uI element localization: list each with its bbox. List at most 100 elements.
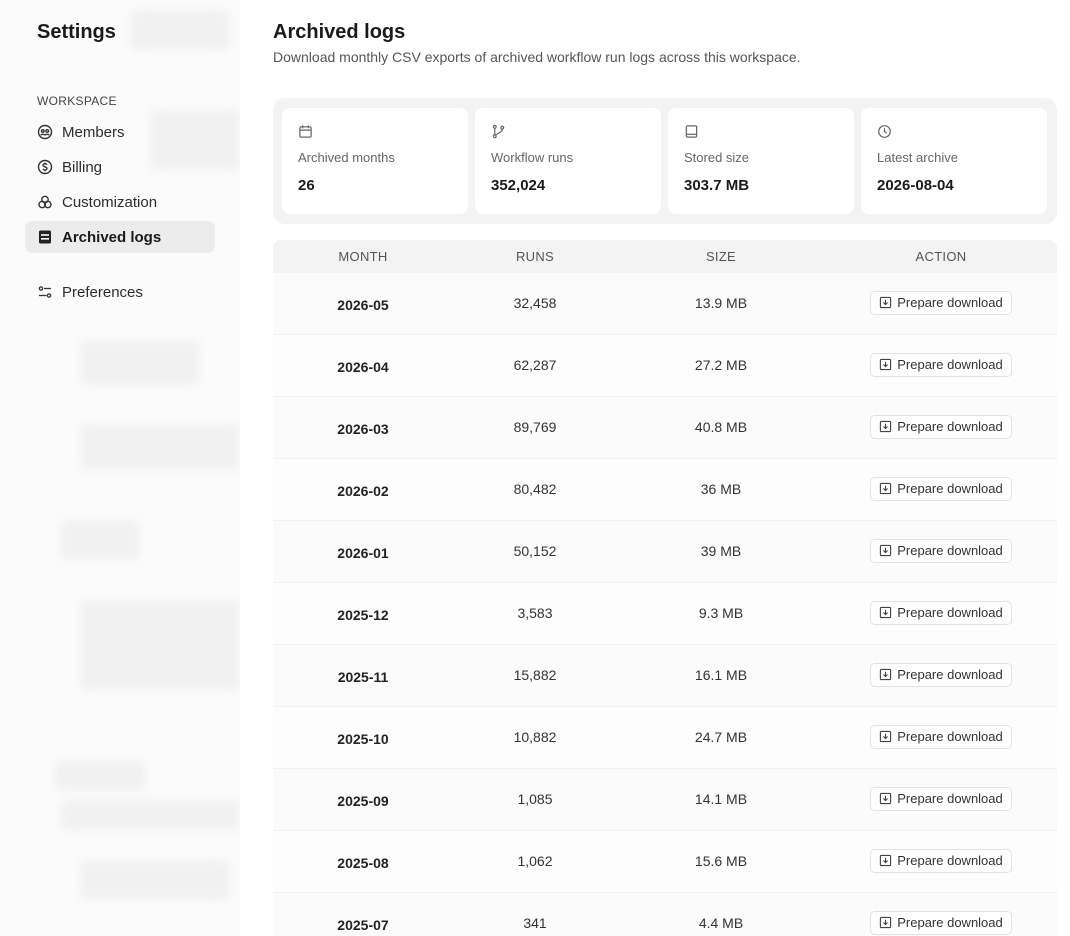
table-body: 2026-05 32,458 13.9 MB Prepare download 2026… bbox=[273, 273, 1057, 936]
cell-month: 2025-09 bbox=[337, 792, 389, 809]
prepare-download-button[interactable]: Prepare download bbox=[870, 538, 1012, 563]
cell-action: Prepare download bbox=[825, 910, 1057, 935]
button-label: Prepare download bbox=[897, 605, 1003, 620]
cell-runs: 10,882 bbox=[513, 728, 557, 745]
cell-size: 4.4 MB bbox=[698, 914, 744, 931]
cell-month: 2026-01 bbox=[337, 544, 389, 561]
prepare-download-button[interactable]: Prepare download bbox=[870, 476, 1012, 501]
download-icon bbox=[879, 420, 892, 433]
button-label: Prepare download bbox=[897, 667, 1003, 682]
cell-runs: 62,287 bbox=[513, 356, 557, 373]
cell-size: 15.6 MB bbox=[694, 852, 748, 869]
storage-icon bbox=[684, 124, 700, 140]
button-label: Prepare download bbox=[897, 915, 1003, 930]
cell-size: 27.2 MB bbox=[694, 356, 748, 373]
prepare-download-button[interactable]: Prepare download bbox=[870, 724, 1012, 749]
cell-action: Prepare download bbox=[825, 600, 1057, 625]
table-row: 2025-07 341 4.4 MB Prepare download bbox=[273, 893, 1057, 936]
download-icon bbox=[879, 358, 892, 371]
cell-action: Prepare download bbox=[825, 352, 1057, 377]
cell-month: 2025-07 bbox=[337, 916, 389, 933]
sidebar-item-label: Customization bbox=[62, 193, 158, 211]
cell-runs: 50,152 bbox=[513, 542, 557, 559]
cell-month: 2025-12 bbox=[337, 606, 389, 623]
download-icon bbox=[879, 296, 892, 309]
prepare-download-button[interactable]: Prepare download bbox=[870, 352, 1012, 377]
billing-icon bbox=[37, 159, 53, 175]
button-label: Prepare download bbox=[897, 481, 1003, 496]
download-icon bbox=[879, 544, 892, 557]
stat-value: 352,024 bbox=[491, 177, 546, 194]
stat-value: 26 bbox=[298, 177, 315, 194]
sidebar-item-customization[interactable]: Customization bbox=[25, 186, 215, 218]
table-header: MONTH RUNS SIZE ACTION bbox=[273, 240, 1057, 273]
table-row: 2026-01 50,152 39 MB Prepare download bbox=[273, 521, 1057, 583]
prepare-download-button[interactable]: Prepare download bbox=[870, 786, 1012, 811]
cell-action: Prepare download bbox=[825, 538, 1057, 563]
cell-size: 24.7 MB bbox=[694, 728, 748, 745]
cell-runs: 341 bbox=[523, 914, 547, 931]
cell-runs: 15,882 bbox=[513, 666, 557, 683]
cell-action: Prepare download bbox=[825, 662, 1057, 687]
members-icon bbox=[37, 124, 53, 140]
column-header-month: MONTH bbox=[338, 249, 388, 264]
calendar-icon bbox=[298, 124, 314, 140]
sidebar-item-members[interactable]: Members bbox=[25, 116, 215, 148]
cell-action: Prepare download bbox=[825, 476, 1057, 501]
sidebar-item-label: Preferences bbox=[62, 283, 143, 301]
stats-summary: Archived months 26 Workflow runs 352,024… bbox=[273, 98, 1057, 224]
table-row: 2025-10 10,882 24.7 MB Prepare download bbox=[273, 707, 1057, 769]
column-header-size: SIZE bbox=[705, 249, 737, 264]
blurred-background bbox=[80, 600, 240, 690]
cell-month: 2026-04 bbox=[337, 358, 389, 375]
prepare-download-button[interactable]: Prepare download bbox=[870, 910, 1012, 935]
cell-size: 13.9 MB bbox=[694, 294, 748, 311]
download-icon bbox=[879, 792, 892, 805]
cell-size: 36 MB bbox=[700, 480, 742, 497]
page-subtitle: Download monthly CSV exports of archived… bbox=[273, 49, 801, 65]
table-row: 2026-04 62,287 27.2 MB Prepare download bbox=[273, 335, 1057, 397]
table-row: 2026-03 89,769 40.8 MB Prepare download bbox=[273, 397, 1057, 459]
button-label: Prepare download bbox=[897, 357, 1003, 372]
sidebar-item-archived-logs[interactable]: Archived logs bbox=[25, 221, 215, 253]
cell-action: Prepare download bbox=[825, 414, 1057, 439]
sidebar-item-label: Members bbox=[62, 123, 125, 141]
cell-runs: 3,583 bbox=[517, 604, 553, 621]
prepare-download-button[interactable]: Prepare download bbox=[870, 414, 1012, 439]
table-row: 2025-09 1,085 14.1 MB Prepare download bbox=[273, 769, 1057, 831]
sidebar-item-preferences[interactable]: Preferences bbox=[25, 276, 215, 308]
cell-runs: 1,062 bbox=[517, 852, 553, 869]
cell-action: Prepare download bbox=[825, 290, 1057, 315]
archived-logs-panel: Archived logs Download monthly CSV expor… bbox=[273, 0, 1070, 936]
settings-sidebar: Settings WORKSPACE Members Billing Custo… bbox=[0, 0, 240, 936]
sidebar-item-billing[interactable]: Billing bbox=[25, 151, 215, 183]
table-row: 2025-08 1,062 15.6 MB Prepare download bbox=[273, 831, 1057, 893]
prepare-download-button[interactable]: Prepare download bbox=[870, 662, 1012, 687]
preferences-icon bbox=[37, 284, 53, 300]
cell-size: 9.3 MB bbox=[698, 604, 744, 621]
section-label-workspace: WORKSPACE bbox=[37, 94, 117, 108]
download-icon bbox=[879, 854, 892, 867]
cell-month: 2025-11 bbox=[337, 668, 389, 685]
cell-month: 2025-08 bbox=[337, 854, 389, 871]
cell-action: Prepare download bbox=[825, 724, 1057, 749]
cell-runs: 89,769 bbox=[513, 418, 557, 435]
stat-value: 2026-08-04 bbox=[877, 177, 954, 194]
button-label: Prepare download bbox=[897, 295, 1003, 310]
stat-value: 303.7 MB bbox=[684, 177, 750, 194]
cell-runs: 80,482 bbox=[513, 480, 557, 497]
download-icon bbox=[879, 668, 892, 681]
page-title: Archived logs bbox=[273, 21, 406, 43]
cell-size: 40.8 MB bbox=[694, 418, 748, 435]
stat-card-latest-archive: Latest archive 2026-08-04 bbox=[861, 108, 1047, 214]
blurred-background bbox=[130, 10, 230, 50]
prepare-download-button[interactable]: Prepare download bbox=[870, 600, 1012, 625]
archived-logs-table: MONTH RUNS SIZE ACTION 2026-05 32,458 13.9… bbox=[273, 240, 1057, 936]
archive-icon bbox=[37, 229, 53, 245]
sidebar-title: Settings bbox=[37, 21, 116, 43]
download-icon bbox=[879, 730, 892, 743]
cell-month: 2026-03 bbox=[337, 420, 389, 437]
table-row: 2025-11 15,882 16.1 MB Prepare download bbox=[273, 645, 1057, 707]
prepare-download-button[interactable]: Prepare download bbox=[870, 848, 1012, 873]
prepare-download-button[interactable]: Prepare download bbox=[870, 290, 1012, 315]
